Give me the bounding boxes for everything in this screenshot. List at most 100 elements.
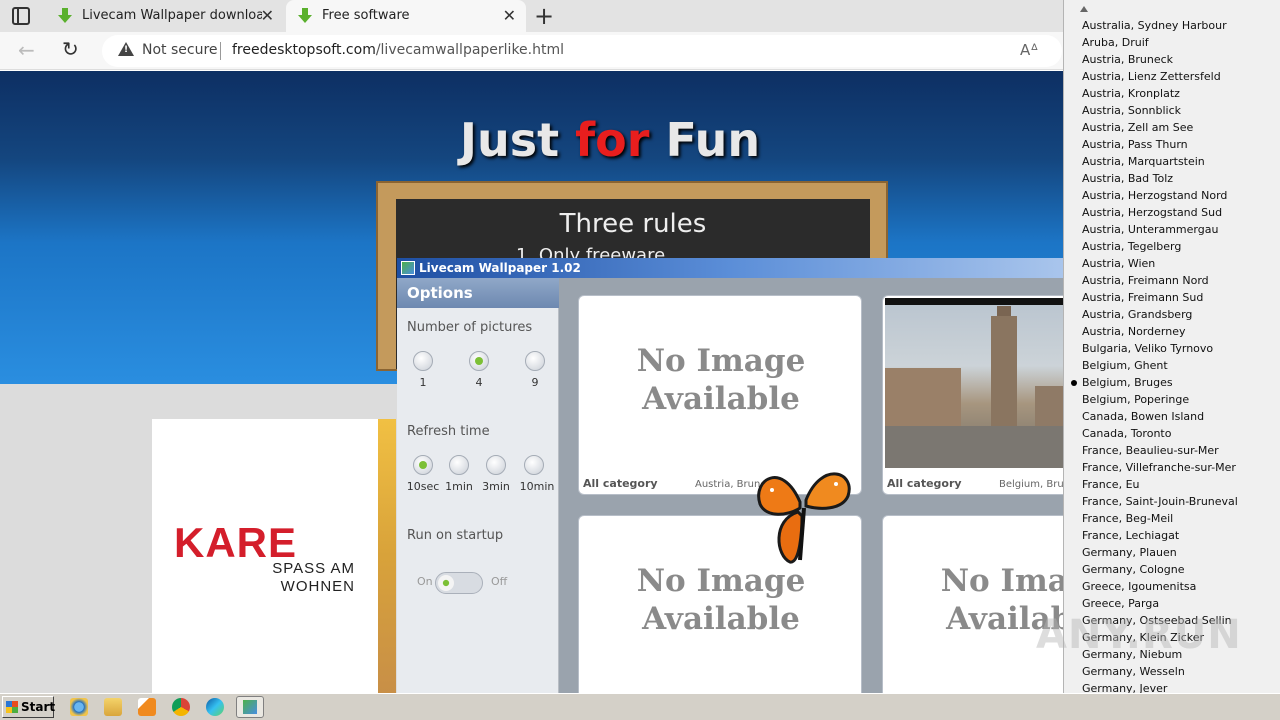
toggle-off-label: Off (491, 575, 508, 588)
location-list-item[interactable]: Austria, Sonnblick (1064, 102, 1280, 119)
butterfly-icon (757, 472, 851, 564)
location-list-item[interactable]: Germany, Wesseln (1064, 663, 1280, 680)
board-title: Three rules (559, 209, 707, 239)
location-list-item[interactable]: Australia, Sydney Harbour (1064, 17, 1280, 34)
location-list-item[interactable]: France, Lechiagat (1064, 527, 1280, 544)
radio-label: 1 (419, 376, 427, 389)
radio-refresh-1min[interactable] (449, 455, 469, 475)
webcam-belfry (991, 316, 1017, 426)
location-list-item[interactable]: Austria, Freimann Sud (1064, 289, 1280, 306)
title-part: Just (459, 113, 576, 167)
radio-label: 3min (482, 480, 510, 493)
location-list-item[interactable]: France, Eu (1064, 476, 1280, 493)
startup-label: Run on startup (407, 528, 504, 543)
page-title: Just for Fun (0, 113, 1063, 167)
refresh-label: Refresh time (407, 424, 490, 439)
window-titlebar[interactable]: Livecam Wallpaper 1.02 (397, 258, 1063, 278)
livecam-app-icon[interactable] (236, 696, 264, 718)
location-list: Australia, Sydney Harbour Aruba, Druif Aus… (1064, 17, 1280, 697)
radio-label: 4 (475, 376, 483, 389)
location-list-item[interactable]: France, Saint-Jouin-Bruneval (1064, 493, 1280, 510)
location-list-item[interactable]: France, Villefranche-sur-Mer (1064, 459, 1280, 476)
tab-actions-icon[interactable] (12, 7, 30, 25)
ad-tagline: SPASS AM WOHNEN (272, 560, 355, 595)
location-list-item[interactable]: Belgium, Ghent (1064, 357, 1280, 374)
reload-icon[interactable]: ↻ (62, 37, 79, 61)
kare-ad[interactable]: KARE SPASS AM WOHNEN (152, 419, 396, 693)
location-list-item[interactable]: Austria, Tegelberg (1064, 238, 1280, 255)
url-text[interactable]: freedesktopsoft.com/livecamwallpaperlike… (232, 42, 564, 58)
close-tab-icon[interactable]: ✕ (503, 0, 516, 32)
back-arrow-icon[interactable]: ← (18, 38, 35, 62)
location-list-item[interactable]: Austria, Lienz Zettersfeld (1064, 68, 1280, 85)
webcam-building (885, 368, 961, 428)
location-list-item[interactable]: Austria, Unterammergau (1064, 221, 1280, 238)
chrome-icon[interactable] (172, 698, 190, 716)
location-list-item[interactable]: France, Beg-Meil (1064, 510, 1280, 527)
window-title: Livecam Wallpaper 1.02 (419, 261, 581, 275)
download-icon (58, 8, 72, 24)
title-accent: for (575, 113, 650, 167)
radio-refresh-3min[interactable] (486, 455, 506, 475)
tab-label: Free software (322, 8, 410, 23)
location-list-item[interactable]: Canada, Toronto (1064, 425, 1280, 442)
media-player-icon[interactable] (138, 698, 156, 716)
no-image-text: No Image Available (636, 343, 806, 417)
app-icon (401, 261, 415, 275)
cell-category[interactable]: All category (583, 477, 658, 490)
location-list-item[interactable]: Greece, Parga (1064, 595, 1280, 612)
radio-pictures-1[interactable] (413, 351, 433, 371)
divider (220, 42, 221, 60)
cell-category[interactable]: All category (887, 477, 962, 490)
livecam-window: Livecam Wallpaper 1.02 Options Number of… (397, 258, 1166, 715)
location-list-item[interactable]: Canada, Bowen Island (1064, 408, 1280, 425)
tab-free-software[interactable]: Free software ✕ (286, 0, 526, 32)
number-label: Number of pictures (407, 320, 533, 335)
location-list-item[interactable]: Germany, Cologne (1064, 561, 1280, 578)
close-tab-icon[interactable]: ✕ (261, 0, 274, 32)
radio-pictures-4[interactable] (469, 351, 489, 371)
location-list-item[interactable]: Austria, Pass Thurn (1064, 136, 1280, 153)
read-aloud-label: A (1020, 41, 1031, 59)
location-list-item[interactable]: Aruba, Druif (1064, 34, 1280, 51)
location-list-item[interactable]: Austria, Kronplatz (1064, 85, 1280, 102)
edge-icon[interactable] (206, 698, 224, 716)
scroll-up-icon[interactable] (1080, 6, 1088, 12)
location-list-item[interactable]: Austria, Herzogstand Sud (1064, 204, 1280, 221)
location-list-item[interactable]: Austria, Marquartstein (1064, 153, 1280, 170)
ie-icon[interactable] (70, 698, 88, 716)
security-label[interactable]: Not secure (142, 42, 218, 58)
radio-refresh-10sec[interactable] (413, 455, 433, 475)
location-list-item[interactable]: Austria, Wien (1064, 255, 1280, 272)
location-list-item[interactable]: Austria, Norderney (1064, 323, 1280, 340)
toggle-on-label: On (417, 575, 433, 588)
start-button[interactable]: Start (2, 696, 55, 718)
url-host: freedesktopsoft.com (232, 42, 376, 58)
location-list-item[interactable]: Austria, Bad Tolz (1064, 170, 1280, 187)
radio-refresh-10min[interactable] (524, 455, 544, 475)
location-list-item[interactable]: Bulgaria, Veliko Tyrnovo (1064, 340, 1280, 357)
location-list-item[interactable]: Austria, Freimann Nord (1064, 272, 1280, 289)
location-list-item[interactable]: France, Beaulieu-sur-Mer (1064, 442, 1280, 459)
location-list-item[interactable]: Greece, Igoumenitsa (1064, 578, 1280, 595)
tab-livecam-download[interactable]: Livecam Wallpaper download page ✕ (46, 0, 284, 32)
livecam-icon-glyph (243, 700, 257, 714)
radio-pictures-9[interactable] (525, 351, 545, 371)
folder-icon[interactable] (104, 698, 122, 716)
location-list-item[interactable]: Belgium, Bruges (1064, 374, 1280, 391)
location-list-item[interactable]: Belgium, Poperinge (1064, 391, 1280, 408)
title-part: Fun (649, 113, 761, 167)
startup-toggle[interactable] (435, 572, 483, 594)
tab-label: Livecam Wallpaper download page (82, 8, 262, 23)
new-tab-button[interactable]: + (534, 2, 554, 30)
location-list-item[interactable]: Austria, Zell am See (1064, 119, 1280, 136)
location-list-item[interactable]: Austria, Herzogstand Nord (1064, 187, 1280, 204)
location-list-item[interactable]: Austria, Bruneck (1064, 51, 1280, 68)
options-panel: Options Number of pictures 1 4 9 Refresh… (397, 278, 559, 693)
location-list-item[interactable]: Germany, Plauen (1064, 544, 1280, 561)
omnibox[interactable]: ! Not secure freedesktopsoft.com/livecam… (102, 35, 1062, 67)
url-path: /livecamwallpaperlike.html (375, 42, 565, 58)
read-aloud-icon[interactable]: Aᐞ (1020, 41, 1038, 59)
taskbar: Start (0, 693, 1280, 720)
location-list-item[interactable]: Austria, Grandsberg (1064, 306, 1280, 323)
